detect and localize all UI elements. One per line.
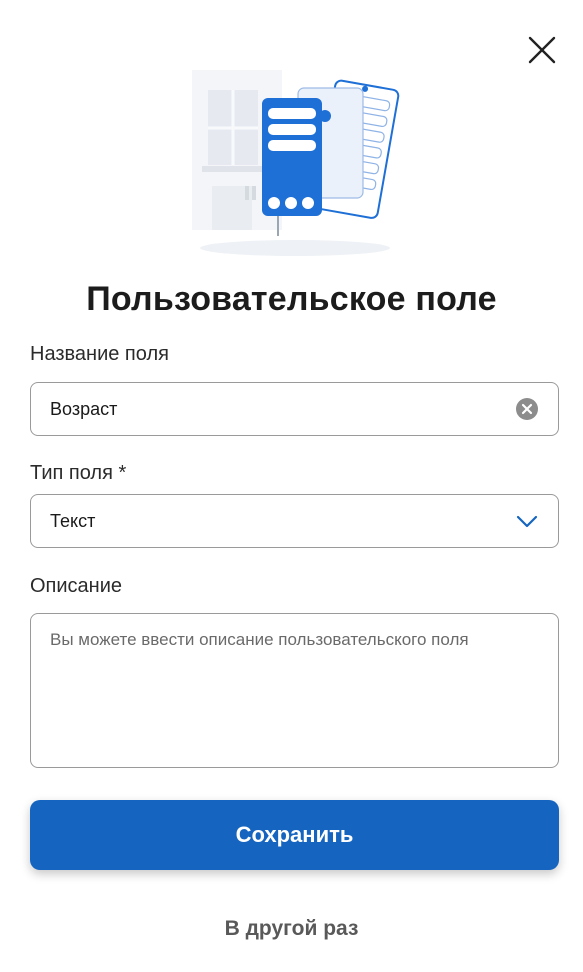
close-icon[interactable] [527,35,557,65]
field-type-select[interactable]: Текст [30,494,559,548]
description-label: Описание [30,575,123,597]
save-button[interactable]: Сохранить [30,800,559,870]
server-document-illustration [192,70,400,256]
later-link[interactable]: В другой раз [0,917,583,941]
description-placeholder: Вы можете ввести описание пользовательск… [50,630,469,649]
field-name-label: Название поля [30,343,169,365]
dialog-title: Пользовательское поле [86,280,497,318]
description-textarea[interactable]: Вы можете ввести описание пользовательск… [30,613,559,768]
custom-field-dialog: Пользовательское поле Название поля Возр… [0,0,583,972]
clear-circle-icon[interactable] [515,397,539,421]
field-name-value: Возраст [50,398,118,419]
field-name-input[interactable]: Возраст [30,382,559,436]
field-type-label: Тип поля * [30,462,127,484]
field-type-value: Текст [50,510,96,531]
chevron-down-icon[interactable] [515,509,539,533]
